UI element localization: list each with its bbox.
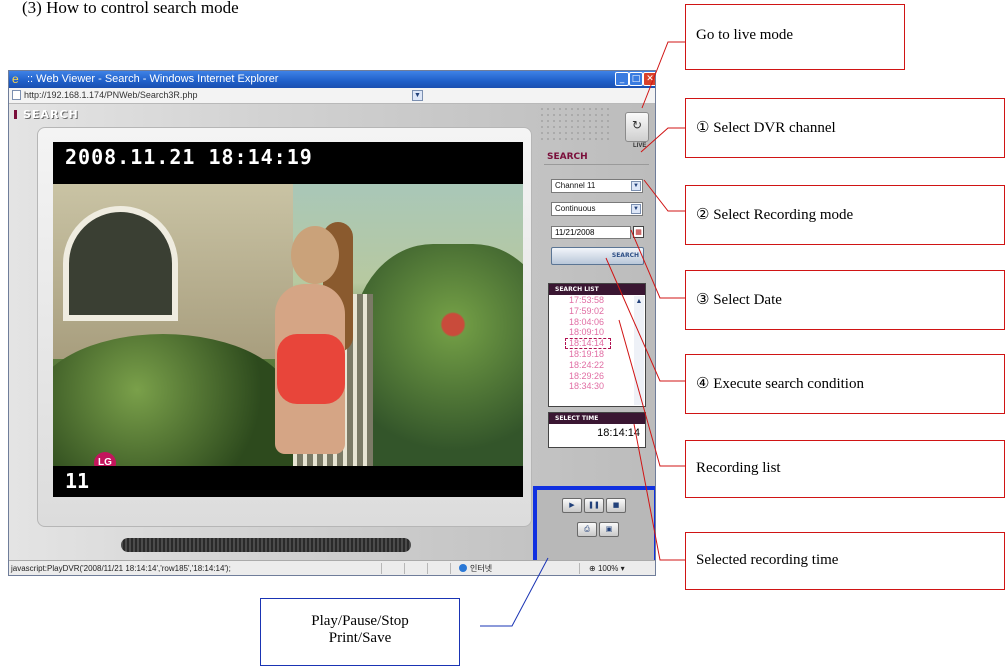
list-item[interactable]: 18:04:06 (549, 317, 635, 328)
callout-select-date: ③ Select Date (685, 270, 1005, 330)
globe-icon (459, 564, 467, 572)
browser-window: e :: Web Viewer - Search - Windows Inter… (8, 70, 656, 576)
callout-live-mode: Go to live mode (685, 4, 905, 70)
callout-controls-line2: Print/Save (328, 630, 392, 646)
close-button[interactable]: ✕ (643, 72, 655, 86)
list-item[interactable]: 18:14:14 (565, 338, 611, 349)
callout-playback-controls: Play/Pause/Stop Print/Save (260, 598, 460, 666)
list-item[interactable]: 18:09:10 (549, 327, 635, 338)
window-title: :: Web Viewer - Search - Windows Interne… (27, 73, 279, 85)
print-button[interactable]: ⎙ (577, 522, 597, 537)
stop-button[interactable]: ■ (606, 498, 626, 513)
app-logo: SEARCH (14, 108, 79, 121)
security-zone: 인터넷 (459, 561, 492, 575)
callout-execute-search: ④ Execute search condition (685, 354, 1005, 414)
callout-recording-mode: ② Select Recording mode (685, 185, 1005, 245)
search-list-title: SEARCH LIST (549, 284, 645, 295)
calendar-icon[interactable]: ▦ (633, 226, 644, 238)
list-item[interactable]: 17:59:02 (549, 306, 635, 317)
maximize-button[interactable]: □ (629, 72, 643, 86)
save-button[interactable]: ▣ (599, 522, 619, 537)
list-item[interactable]: 18:29:26 (549, 371, 635, 382)
scroll-up-icon[interactable]: ▲ (634, 296, 644, 306)
channel-select[interactable]: Channel 11 ▼ (551, 179, 643, 193)
page-icon (12, 90, 21, 100)
address-bar[interactable]: http://192.168.1.174/PNWeb/Search3R.php … (9, 88, 655, 104)
url-text[interactable]: http://192.168.1.174/PNWeb/Search3R.php (24, 88, 197, 103)
monitor-frame: 2008.11.21 18:14:19 LG 11 (37, 127, 532, 527)
playback-controls: ▶ ❚❚ ■ ⎙ ▣ (533, 486, 655, 564)
video-frame: LG (53, 184, 523, 466)
chevron-down-icon[interactable]: ▼ (631, 204, 641, 214)
page-heading: (3) How to control search mode (22, 0, 239, 17)
video-timestamp: 2008.11.21 18:14:19 (65, 145, 313, 169)
status-bar: javascript:PlayDVR('2008/11/21 18:14:14'… (9, 560, 655, 575)
search-list-items: 17:53:58 17:59:02 18:04:06 18:09:10 18:14:14… (549, 295, 635, 406)
list-item[interactable]: 17:53:58 (549, 295, 635, 306)
zoom-level[interactable]: ⊕ 100% ▾ (589, 561, 625, 575)
live-label: LIVE (633, 143, 647, 149)
status-text: javascript:PlayDVR('2008/11/21 18:14:14'… (11, 564, 231, 573)
play-button[interactable]: ▶ (562, 498, 582, 513)
monitor-stand (121, 538, 411, 552)
decorative-grid (539, 106, 609, 142)
chevron-down-icon[interactable]: ▼ (631, 181, 641, 191)
callout-recording-list: Recording list (685, 440, 1005, 498)
viewer-content: SEARCH 2008.11.21 18:14:19 LG 11 ↻ LIVE … (9, 104, 655, 564)
callout-select-channel: ① Select DVR channel (685, 98, 1005, 158)
title-bar: e :: Web Viewer - Search - Windows Inter… (9, 71, 655, 88)
callout-selected-time: Selected recording time (685, 532, 1005, 590)
pause-button[interactable]: ❚❚ (584, 498, 604, 513)
recording-mode-select[interactable]: Continuous ▼ (551, 202, 643, 216)
search-panel-title: SEARCH (547, 152, 588, 162)
search-button[interactable]: SEARCH (551, 247, 644, 265)
address-dropdown-icon[interactable]: ▼ (412, 90, 423, 101)
date-field[interactable]: 11/21/2008 (551, 226, 631, 239)
selected-time-value: 18:14:14 (597, 427, 640, 439)
search-list: SEARCH LIST 17:53:58 17:59:02 18:04:06 18:0… (548, 283, 646, 407)
select-time-title: SELECT TIME (549, 413, 645, 424)
list-item[interactable]: 18:34:30 (549, 381, 635, 392)
minimize-button[interactable]: _ (615, 72, 629, 86)
video-screen: 2008.11.21 18:14:19 LG 11 (53, 142, 523, 497)
select-time-panel: SELECT TIME 18:14:14 (548, 412, 646, 448)
list-item[interactable]: 18:19:18 (549, 349, 635, 360)
divider (544, 164, 649, 165)
live-mode-button[interactable]: ↻ (625, 112, 649, 142)
list-item[interactable]: 18:24:22 (549, 360, 635, 371)
ie-logo-icon: e (12, 72, 19, 86)
callout-controls-line1: Play/Pause/Stop (311, 613, 409, 629)
list-scrollbar[interactable]: ▲ (634, 296, 644, 405)
video-channel-number: 11 (65, 469, 90, 493)
